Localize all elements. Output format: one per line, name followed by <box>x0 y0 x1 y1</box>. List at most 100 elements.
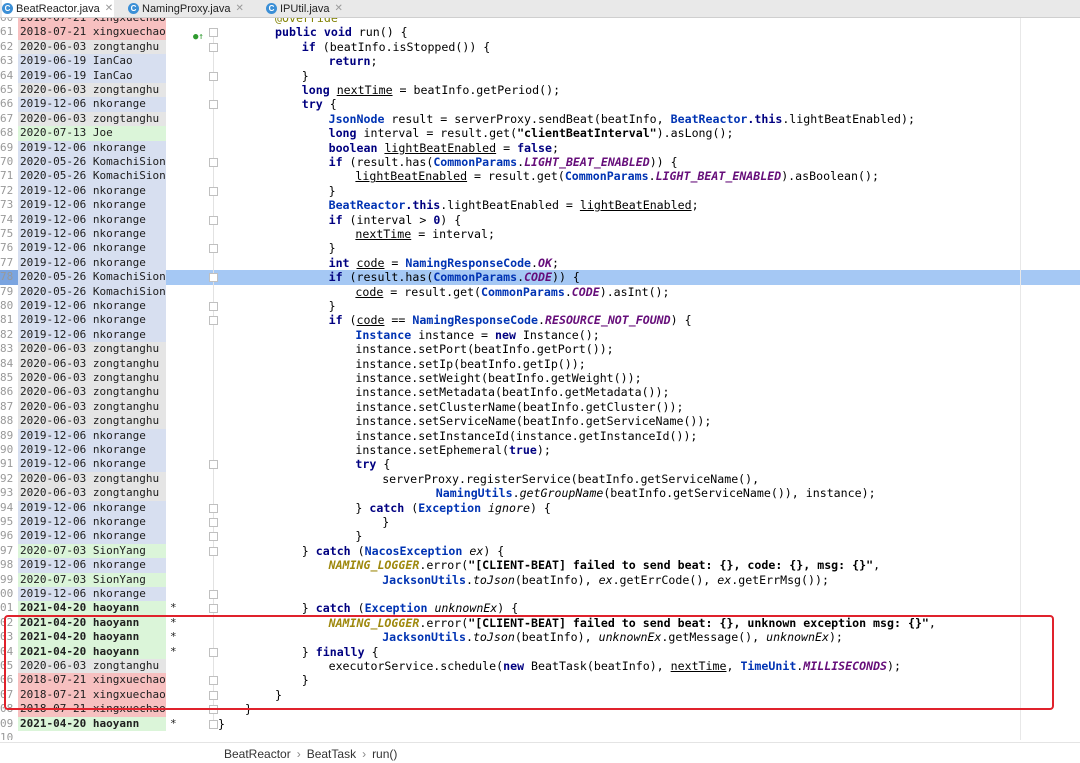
code-line[interactable]: instance.setWeight(beatInfo.getWeight())… <box>355 371 641 385</box>
code-line[interactable]: if (result.has(CommonParams.CODE)) { <box>329 270 580 284</box>
code-line[interactable]: Instance instance = new Instance(); <box>355 328 599 342</box>
blame-annotation[interactable]: 2020-06-03 zongtanghu <box>18 414 166 429</box>
blame-annotation[interactable]: 2019-12-06 nkorange <box>18 255 166 271</box>
blame-annotation[interactable]: 2020-05-26 KomachiSion <box>18 270 166 285</box>
code-line[interactable]: NamingUtils.getGroupName(beatInfo.getSer… <box>436 486 876 500</box>
fold-marker[interactable] <box>209 158 218 167</box>
blame-annotation[interactable]: 2020-07-03 SionYang <box>18 543 166 559</box>
code-line[interactable]: instance.setMetadata(beatInfo.getMetadat… <box>355 385 669 399</box>
blame-annotation[interactable]: 2019-12-06 nkorange <box>18 327 166 343</box>
code-line[interactable]: } catch (Exception ignore) { <box>355 501 551 515</box>
code-line[interactable]: } <box>329 299 336 313</box>
blame-annotation[interactable]: 2020-06-03 zongtanghu <box>18 399 166 415</box>
fold-marker[interactable] <box>209 273 218 283</box>
fold-marker[interactable] <box>209 244 218 254</box>
tab-beatreactor-java[interactable]: C BeatReactor.java ✕ <box>2 0 114 17</box>
override-arrow-icon[interactable]: ●↑ <box>193 32 204 42</box>
code-line[interactable]: nextTime = interval; <box>355 227 495 241</box>
fold-marker[interactable] <box>209 590 218 599</box>
blame-annotation[interactable]: 2019-12-06 nkorange <box>18 587 166 602</box>
blame-annotation[interactable]: 2020-05-26 KomachiSion <box>18 169 166 184</box>
code-line[interactable]: } <box>329 241 336 255</box>
blame-annotation[interactable]: 2019-12-06 nkorange <box>18 212 166 227</box>
code-line[interactable]: if (interval > 0) { <box>329 213 462 227</box>
fold-marker[interactable] <box>209 503 218 513</box>
blame-annotation[interactable]: 2019-12-06 nkorange <box>18 515 166 530</box>
code-line[interactable]: } catch (NacosException ex) { <box>302 544 504 558</box>
blame-annotation[interactable]: 2020-06-03 zongtanghu <box>18 486 166 501</box>
code-line[interactable]: JsonNode result = serverProxy.sendBeat(b… <box>329 112 915 126</box>
code-line[interactable]: public void run() { <box>275 25 408 39</box>
blame-annotation[interactable]: 2019-12-06 nkorange <box>18 227 166 242</box>
code-line[interactable]: instance.setClusterName(beatInfo.getClus… <box>355 400 683 414</box>
fold-marker[interactable] <box>209 316 218 326</box>
blame-annotation[interactable]: 2019-12-06 nkorange <box>18 140 166 155</box>
tab-namingproxy-java[interactable]: C NamingProxy.java ✕ <box>128 0 246 17</box>
tab-iputil-java[interactable]: C IPUtil.java ✕ <box>266 0 346 17</box>
code-line[interactable]: JacksonUtils.toJson(beatInfo), ex.getErr… <box>382 573 829 587</box>
code-line[interactable]: } <box>329 184 336 198</box>
blame-annotation[interactable]: 2021-04-20 haoyann <box>18 716 166 731</box>
code-line[interactable]: } <box>382 515 389 529</box>
blame-annotation[interactable]: 2018-07-21 xingxuechao <box>18 18 166 26</box>
breadcrumb-method[interactable]: run() <box>372 747 397 761</box>
blame-annotation[interactable]: 2019-12-06 nkorange <box>18 198 166 213</box>
blame-annotation[interactable]: 2019-12-06 nkorange <box>18 443 166 458</box>
blame-annotation[interactable]: 2019-12-06 nkorange <box>18 457 166 472</box>
code-line[interactable]: instance.setPort(beatInfo.getPort()); <box>355 342 613 356</box>
code-line[interactable]: if (beatInfo.isStopped()) { <box>302 40 490 54</box>
fold-marker[interactable] <box>209 302 218 311</box>
blame-annotation[interactable]: 2019-12-06 nkorange <box>18 558 166 573</box>
blame-annotation[interactable]: 2020-06-03 zongtanghu <box>18 111 166 127</box>
blame-annotation[interactable]: 2020-07-03 SionYang <box>18 572 166 587</box>
blame-annotation[interactable]: 2020-06-03 zongtanghu <box>18 83 166 98</box>
code-line[interactable]: } catch (Exception unknownEx) { <box>302 601 518 615</box>
blame-annotation[interactable]: 2020-05-26 KomachiSion <box>18 284 166 299</box>
fold-marker[interactable] <box>209 42 218 52</box>
blame-annotation[interactable]: 2019-06-19 IanCao <box>18 54 166 69</box>
fold-marker[interactable] <box>209 719 218 729</box>
blame-annotation[interactable]: 2019-12-06 nkorange <box>18 97 166 112</box>
blame-annotation[interactable]: 2020-06-03 zongtanghu <box>18 39 166 55</box>
breadcrumb-inner-class[interactable]: BeatTask <box>307 747 356 761</box>
blame-annotation[interactable]: 2019-12-06 nkorange <box>18 313 166 328</box>
code-line[interactable]: lightBeatEnabled = result.get(CommonPara… <box>355 169 879 183</box>
close-icon[interactable]: ✕ <box>235 3 243 14</box>
code-line[interactable]: long nextTime = beatInfo.getPeriod(); <box>302 83 560 97</box>
blame-annotation[interactable]: 2019-12-06 nkorange <box>18 241 166 256</box>
blame-annotation[interactable] <box>18 731 166 740</box>
code-editor[interactable]: 602018-07-21 xingxuechao612018-07-21 xin… <box>0 18 1080 740</box>
code-line[interactable]: try { <box>355 457 390 471</box>
blame-annotation[interactable]: 2019-06-19 IanCao <box>18 68 166 83</box>
blame-annotation[interactable]: 2020-06-03 zongtanghu <box>18 356 166 371</box>
code-line[interactable]: BeatReactor.this.lightBeatEnabled = ligh… <box>329 198 699 212</box>
fold-marker[interactable] <box>209 215 218 225</box>
code-line[interactable]: if (code == NamingResponseCode.RESOURCE_… <box>329 313 692 327</box>
breadcrumb-class[interactable]: BeatReactor <box>224 747 291 761</box>
blame-annotation[interactable]: 2020-05-26 KomachiSion <box>18 155 166 170</box>
code-line[interactable]: long interval = result.get("clientBeatIn… <box>329 126 734 140</box>
code-line[interactable]: } <box>302 69 309 83</box>
fold-marker[interactable] <box>209 460 218 470</box>
code-line[interactable]: instance.setInstanceId(instance.getInsta… <box>355 429 697 443</box>
fold-marker[interactable] <box>209 100 218 110</box>
code-line[interactable]: } <box>355 529 362 543</box>
code-line[interactable]: instance.setServiceName(beatInfo.getServ… <box>355 414 711 428</box>
code-line[interactable]: } <box>218 717 225 731</box>
blame-annotation[interactable]: 2020-06-03 zongtanghu <box>18 471 166 487</box>
code-line[interactable]: NAMING_LOGGER.error("[CLIENT-BEAT] faile… <box>329 558 880 572</box>
fold-marker[interactable] <box>209 604 218 614</box>
code-line[interactable]: return; <box>329 54 378 68</box>
code-line[interactable]: boolean lightBeatEnabled = false; <box>329 141 559 155</box>
blame-annotation[interactable]: 2018-07-21 xingxuechao <box>18 25 166 40</box>
fold-marker[interactable] <box>209 186 218 196</box>
code-line[interactable]: int code = NamingResponseCode.OK; <box>329 256 559 270</box>
blame-annotation[interactable]: 2020-07-13 Joe <box>18 126 166 141</box>
fold-marker[interactable] <box>209 532 218 542</box>
fold-marker[interactable] <box>209 28 218 38</box>
fold-marker[interactable] <box>209 71 218 81</box>
fold-marker[interactable] <box>209 546 218 556</box>
code-line[interactable]: serverProxy.registerService(beatInfo.get… <box>382 472 759 486</box>
blame-annotation[interactable]: 2019-12-06 nkorange <box>18 299 166 314</box>
blame-annotation[interactable]: 2019-12-06 nkorange <box>18 428 166 443</box>
